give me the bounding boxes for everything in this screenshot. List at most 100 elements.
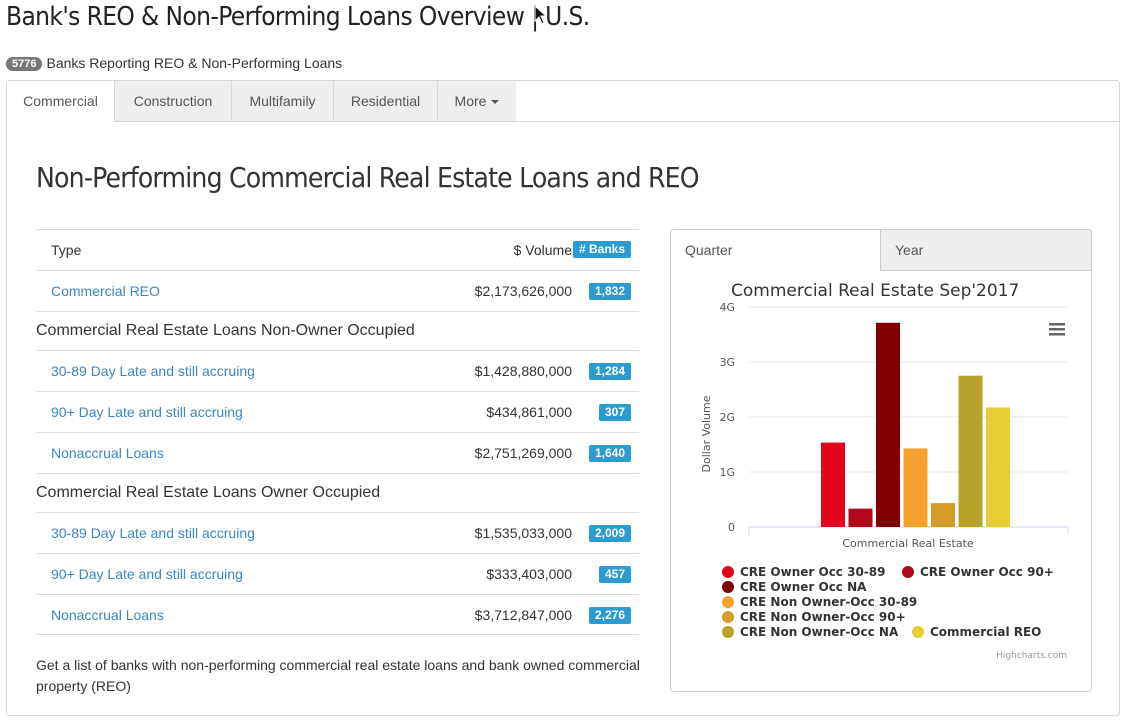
tab-multifamily[interactable]: Multifamily <box>232 81 334 122</box>
tab-label: More <box>454 93 487 109</box>
table-row: 30-89 Day Late and still accruing $1,428… <box>36 350 639 391</box>
legend-label: CRE Owner Occ 30-89 <box>740 565 885 579</box>
row-banks-badge: 2,276 <box>588 607 631 624</box>
legend-swatch <box>722 596 734 608</box>
table-row: Nonaccrual Loans $3,712,847,000 2,276 <box>36 594 639 635</box>
row-volume: $3,712,847,000 <box>474 607 572 623</box>
y-tick-label: 1G <box>719 466 735 479</box>
chart-menu-icon[interactable] <box>1045 320 1069 340</box>
row-banks-badge: 457 <box>598 566 631 583</box>
legend-item[interactable]: CRE Non Owner-Occ 90+ <box>722 610 906 624</box>
row-link[interactable]: 30-89 Day Late and still accruing <box>51 363 255 379</box>
banks-count-badge: 5776 <box>6 57 43 71</box>
tab-label: Quarter <box>685 242 733 258</box>
tab-quarter[interactable]: Quarter <box>671 230 881 271</box>
row-link[interactable]: 90+ Day Late and still accruing <box>51 566 243 582</box>
table-row: Nonaccrual Loans $2,751,269,000 1,640 <box>36 432 639 473</box>
row-volume: $1,428,880,000 <box>474 363 572 379</box>
group-heading: Commercial Real Estate Loans Owner Occup… <box>36 473 639 512</box>
tab-construction[interactable]: Construction <box>115 81 232 122</box>
legend-label: CRE Non Owner-Occ 90+ <box>740 610 906 624</box>
legend-label: CRE Non Owner-Occ 30-89 <box>740 595 917 609</box>
page-title: Bank's REO & Non-Performing Loans Overvi… <box>6 2 590 32</box>
header-type: Type <box>51 242 82 258</box>
legend-swatch <box>722 566 734 578</box>
table-row: 90+ Day Late and still accruing $434,861… <box>36 391 639 432</box>
tab-label: Residential <box>350 93 421 109</box>
section-title: Non-Performing Commercial Real Estate Lo… <box>36 161 700 194</box>
bar-cre-non-owner-occ-30-89[interactable] <box>903 448 928 527</box>
bar-cre-owner-occ-90-[interactable] <box>848 508 873 527</box>
tab-residential[interactable]: Residential <box>334 81 438 122</box>
banks-count-line: 5776 Banks Reporting REO & Non-Performing… <box>6 55 342 71</box>
chart-credits: Highcharts.com <box>996 651 1067 661</box>
row-banks-badge: 307 <box>598 404 631 421</box>
row-volume: $333,403,000 <box>486 566 572 582</box>
bar-cre-owner-occ-na[interactable] <box>876 322 900 527</box>
x-axis-label: Commercial Real Estate <box>842 537 974 550</box>
tab-more-dropdown[interactable]: More <box>438 81 516 122</box>
caret-down-icon <box>491 100 500 104</box>
table-header-row: Type $ Volume # Banks <box>36 229 639 270</box>
banks-count-label: Banks Reporting REO & Non-Performing Loa… <box>46 55 343 71</box>
y-tick-label: 4G <box>719 301 735 314</box>
tab-label: Commercial <box>23 93 98 109</box>
row-link[interactable]: Nonaccrual Loans <box>51 445 164 461</box>
row-banks-badge: 1,832 <box>588 283 631 300</box>
y-tick-label: 2G <box>719 411 735 424</box>
legend-item[interactable]: CRE Owner Occ NA <box>722 580 867 594</box>
legend-swatch <box>722 626 734 638</box>
tab-year[interactable]: Year <box>881 230 1091 271</box>
legend-swatch <box>912 626 924 638</box>
row-volume: $1,535,033,000 <box>474 525 572 541</box>
row-banks-badge: 1,640 <box>588 445 631 462</box>
row-volume: $434,861,000 <box>486 404 572 420</box>
footnote-text: Get a list of banks with non-performing … <box>36 657 640 694</box>
group-heading: Commercial Real Estate Loans Non-Owner O… <box>36 311 639 350</box>
y-tick-label: 0 <box>728 521 735 534</box>
legend-swatch <box>902 566 914 578</box>
main-panel: Commercial Construction Multifamily Resi… <box>6 80 1120 716</box>
table-row: Commercial REO $2,173,626,000 1,832 <box>36 270 639 311</box>
row-volume: $2,751,269,000 <box>474 445 572 461</box>
chart-panel: Quarter Year Commercial Real Estate Sep'… <box>670 229 1092 692</box>
row-link[interactable]: 90+ Day Late and still accruing <box>51 404 243 420</box>
header-banks-badge: # Banks <box>572 241 631 258</box>
tab-label: Construction <box>133 93 213 109</box>
bar-commercial-reo[interactable] <box>986 407 1010 527</box>
row-volume: $2,173,626,000 <box>474 283 572 299</box>
bar-cre-owner-occ-30-89[interactable] <box>821 442 845 527</box>
bar-cre-non-owner-occ-90-[interactable] <box>931 503 955 527</box>
header-volume: $ Volume <box>513 242 572 258</box>
legend-label: Commercial REO <box>930 625 1041 639</box>
legend-item[interactable]: CRE Non Owner-Occ 30-89 <box>722 595 917 609</box>
legend-item[interactable]: Commercial REO <box>912 625 1041 639</box>
legend-label: CRE Owner Occ NA <box>740 580 867 594</box>
row-banks-badge: 1,284 <box>588 363 631 380</box>
group-title: Commercial Real Estate Loans Owner Occup… <box>36 484 381 501</box>
table-row: 30-89 Day Late and still accruing $1,535… <box>36 512 639 553</box>
y-axis-label: Dollar Volume <box>700 395 713 472</box>
y-tick-label: 3G <box>719 356 735 369</box>
mouse-cursor-icon <box>534 5 548 25</box>
row-banks-badge: 2,009 <box>588 525 631 542</box>
bar-chart: Commercial Real Estate Sep'2017 0 1G 2G 3G 4… <box>700 281 1069 661</box>
group-title: Commercial Real Estate Loans Non-Owner O… <box>36 322 415 339</box>
row-link[interactable]: Nonaccrual Loans <box>51 607 164 623</box>
tab-label: Multifamily <box>249 93 316 109</box>
legend-item[interactable]: CRE Owner Occ 30-89 <box>722 565 885 579</box>
legend-item[interactable]: CRE Owner Occ 90+ <box>902 565 1054 579</box>
commercial-reo-link[interactable]: Commercial REO <box>51 283 160 299</box>
tab-label: Year <box>895 242 924 258</box>
legend-swatch <box>722 611 734 623</box>
table-row: 90+ Day Late and still accruing $333,403… <box>36 553 639 594</box>
tab-commercial[interactable]: Commercial <box>7 81 115 122</box>
bar-cre-non-owner-occ-na[interactable] <box>958 375 983 527</box>
category-tabs: Commercial Construction Multifamily Resi… <box>7 81 1119 122</box>
legend-item[interactable]: CRE Non Owner-Occ NA <box>722 625 899 639</box>
legend-label: CRE Owner Occ 90+ <box>920 565 1054 579</box>
legend-swatch <box>722 581 734 593</box>
chart-title: Commercial Real Estate Sep'2017 <box>731 281 1019 301</box>
legend-label: CRE Non Owner-Occ NA <box>740 625 899 639</box>
row-link[interactable]: 30-89 Day Late and still accruing <box>51 525 255 541</box>
